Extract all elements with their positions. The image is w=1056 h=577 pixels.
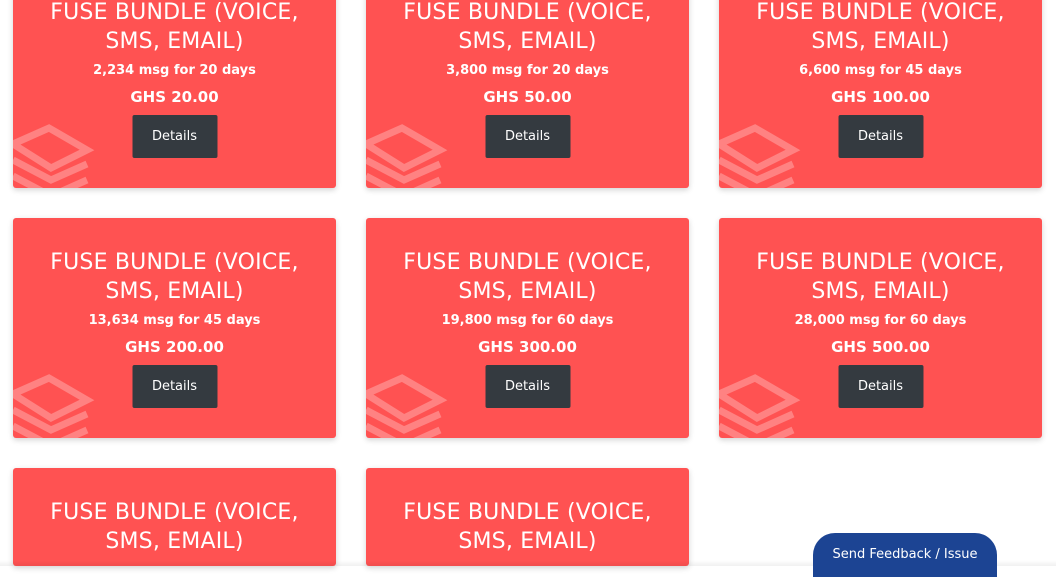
layers-icon: [13, 124, 95, 188]
bundle-card: FUSE BUNDLE (VOICE, SMS, EMAIL): [13, 468, 336, 566]
bundle-price: GHS 300.00: [478, 338, 577, 356]
bundle-card: FUSE BUNDLE (VOICE, SMS, EMAIL) 19,800 m…: [366, 218, 689, 438]
bundle-price: GHS 20.00: [130, 88, 219, 106]
details-button[interactable]: Details: [838, 115, 923, 158]
layers-icon: [719, 124, 801, 188]
bundle-title: FUSE BUNDLE (VOICE, SMS, EMAIL): [756, 250, 1005, 304]
bundle-price: GHS 200.00: [125, 338, 224, 356]
details-button[interactable]: Details: [485, 365, 570, 408]
layers-icon: [366, 124, 448, 188]
bundle-title: FUSE BUNDLE (VOICE, SMS, EMAIL): [756, 0, 1005, 54]
bundle-messages: 28,000 msg for 60 days: [794, 313, 967, 328]
bundle-messages: 3,800 msg for 20 days: [446, 63, 609, 78]
bundle-card: FUSE BUNDLE (VOICE, SMS, EMAIL) 3,800 ms…: [366, 0, 689, 188]
bundle-grid: FUSE BUNDLE (VOICE, SMS, EMAIL) 2,234 ms…: [0, 0, 1056, 566]
send-feedback-button[interactable]: Send Feedback / Issue: [813, 533, 997, 577]
bundle-messages: 2,234 msg for 20 days: [93, 63, 256, 78]
bundle-title: FUSE BUNDLE (VOICE, SMS, EMAIL): [403, 500, 652, 554]
bundle-messages: 19,800 msg for 60 days: [441, 313, 614, 328]
bundle-card: FUSE BUNDLE (VOICE, SMS, EMAIL) 6,600 ms…: [719, 0, 1042, 188]
bundle-card: FUSE BUNDLE (VOICE, SMS, EMAIL) 13,634 m…: [13, 218, 336, 438]
bundle-price: GHS 100.00: [831, 88, 930, 106]
bundle-title: FUSE BUNDLE (VOICE, SMS, EMAIL): [403, 0, 652, 54]
bundle-messages: 6,600 msg for 45 days: [799, 63, 962, 78]
bundle-title: FUSE BUNDLE (VOICE, SMS, EMAIL): [50, 0, 299, 54]
layers-icon: [13, 374, 95, 438]
details-button[interactable]: Details: [132, 365, 217, 408]
bundle-messages: 13,634 msg for 45 days: [88, 313, 261, 328]
bundle-price: GHS 50.00: [483, 88, 572, 106]
bundle-title: FUSE BUNDLE (VOICE, SMS, EMAIL): [403, 250, 652, 304]
details-button[interactable]: Details: [838, 365, 923, 408]
bundle-title: FUSE BUNDLE (VOICE, SMS, EMAIL): [50, 500, 299, 554]
bundle-card: FUSE BUNDLE (VOICE, SMS, EMAIL): [366, 468, 689, 566]
bundle-title: FUSE BUNDLE (VOICE, SMS, EMAIL): [50, 250, 299, 304]
bundle-card: FUSE BUNDLE (VOICE, SMS, EMAIL) 28,000 m…: [719, 218, 1042, 438]
details-button[interactable]: Details: [132, 115, 217, 158]
bundle-card: FUSE BUNDLE (VOICE, SMS, EMAIL) 2,234 ms…: [13, 0, 336, 188]
bundle-price: GHS 500.00: [831, 338, 930, 356]
details-button[interactable]: Details: [485, 115, 570, 158]
layers-icon: [719, 374, 801, 438]
layers-icon: [366, 374, 448, 438]
